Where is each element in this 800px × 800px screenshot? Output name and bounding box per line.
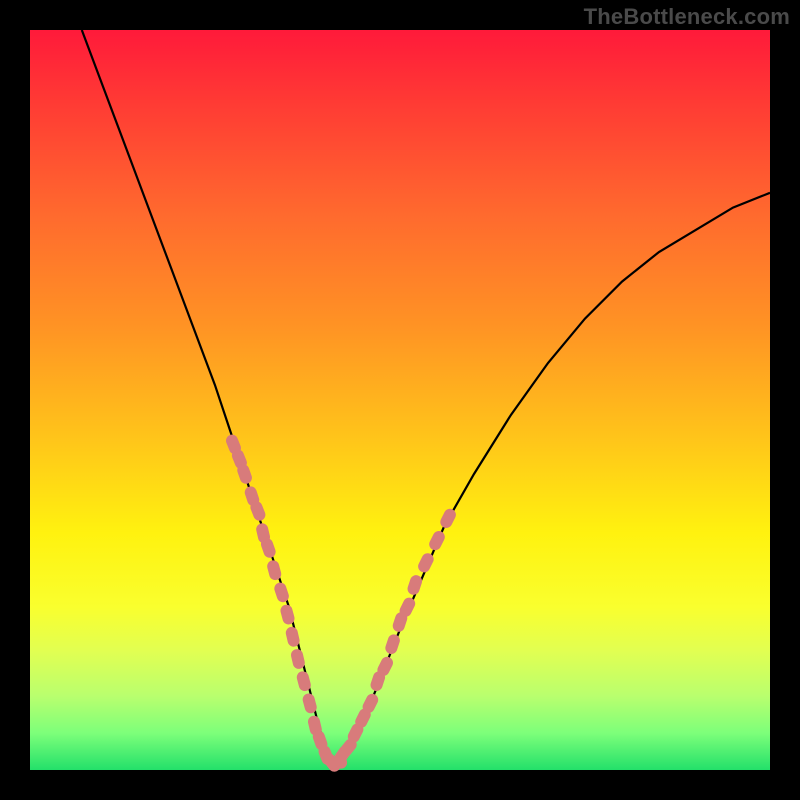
highlighted-markers (224, 433, 458, 774)
marker-lozenge (384, 633, 402, 656)
marker-lozenge (406, 574, 424, 597)
bottleneck-curve (82, 30, 770, 763)
chart-svg (30, 30, 770, 770)
watermark-text: TheBottleneck.com (584, 4, 790, 30)
plot-area (30, 30, 770, 770)
marker-lozenge (427, 529, 447, 552)
chart-frame: TheBottleneck.com (0, 0, 800, 800)
marker-lozenge (438, 507, 458, 530)
